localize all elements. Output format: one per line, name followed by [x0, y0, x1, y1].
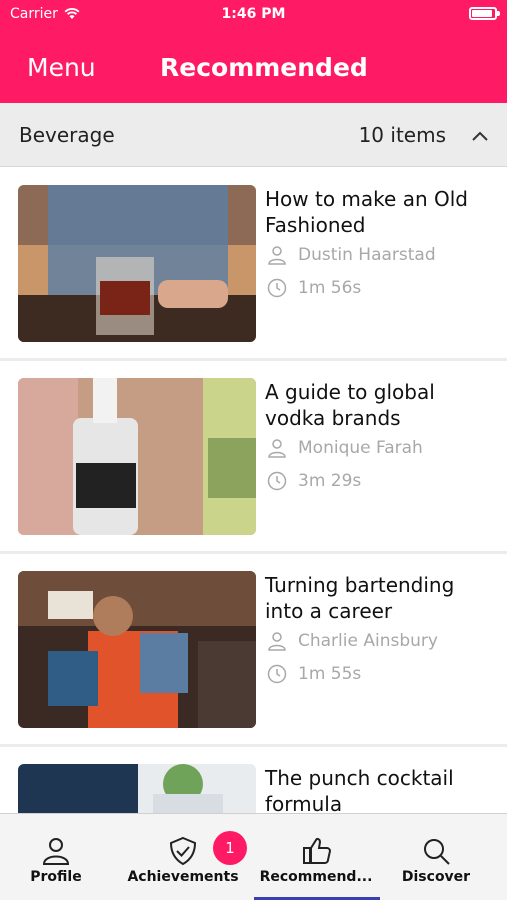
author-name: Monique Farah [298, 438, 423, 458]
duration-text: 1m 56s [298, 278, 362, 298]
list-item[interactable]: A guide to global vodka brands Monique F… [0, 361, 507, 551]
list-item[interactable]: How to make an Old Fashioned Dustin Haar… [0, 168, 507, 358]
author-name: Charlie Ainsbury [298, 631, 438, 651]
tab-label: Profile [30, 869, 82, 885]
tab-label: Achievements [127, 869, 239, 885]
battery-icon [469, 7, 500, 20]
status-time: 1:46 PM [221, 6, 286, 22]
author-name: Dustin Haarstad [298, 245, 436, 265]
page-title: Recommended [160, 53, 368, 82]
section-title: Beverage [19, 123, 115, 147]
item-author: Monique Farah [266, 437, 423, 459]
item-title: The punch cocktail formula [265, 766, 454, 813]
item-duration: 3m 29s [266, 470, 361, 492]
list-item[interactable]: Turning bartending into a career Charlie… [0, 554, 507, 744]
section-item-count: 10 items [358, 123, 446, 147]
menu-button[interactable]: Menu [27, 53, 96, 82]
tab-profile[interactable]: Profile [10, 814, 102, 900]
duration-text: 3m 29s [298, 471, 362, 491]
person-icon [42, 838, 70, 865]
clock-icon [267, 471, 287, 491]
search-icon [424, 839, 450, 865]
item-title: Turning bartending into a career [265, 573, 455, 623]
tab-bar: Profile 1 Achievements Recommend... Disc… [0, 813, 507, 900]
item-author: Dustin Haarstad [266, 244, 436, 266]
clock-icon [267, 278, 287, 298]
shield-check-icon [169, 836, 197, 866]
tab-label: Discover [401, 869, 471, 885]
clock-icon [267, 664, 287, 684]
item-duration: 1m 56s [266, 277, 361, 299]
person-icon [268, 439, 286, 458]
video-list[interactable]: How to make an Old Fashioned Dustin Haar… [0, 168, 507, 813]
chevron-up-icon[interactable] [469, 125, 491, 147]
video-thumbnail[interactable] [18, 378, 256, 535]
video-thumbnail[interactable] [18, 764, 256, 813]
list-item[interactable]: The punch cocktail formula [0, 747, 507, 813]
tab-recommended[interactable]: Recommend... [252, 814, 380, 900]
section-header-beverage[interactable]: Beverage 10 items [0, 103, 507, 167]
item-duration: 1m 55s [266, 663, 361, 685]
item-title: How to make an Old Fashioned [265, 187, 468, 237]
tab-discover[interactable]: Discover [392, 814, 480, 900]
app-header: Carrier 1:46 PM Menu Recommended [0, 0, 507, 103]
duration-text: 1m 55s [298, 664, 362, 684]
item-title: A guide to global vodka brands [265, 380, 435, 430]
video-thumbnail[interactable] [18, 571, 256, 728]
notification-badge: 1 [213, 831, 247, 865]
item-author: Charlie Ainsbury [266, 630, 438, 652]
tab-achievements[interactable]: 1 Achievements [124, 814, 247, 900]
thumbs-up-icon [303, 837, 331, 864]
status-bar: Carrier 1:46 PM [0, 0, 507, 28]
person-icon [268, 246, 286, 265]
video-thumbnail[interactable] [18, 185, 256, 342]
tab-label: Recommend... [259, 869, 373, 885]
person-icon [268, 632, 286, 651]
